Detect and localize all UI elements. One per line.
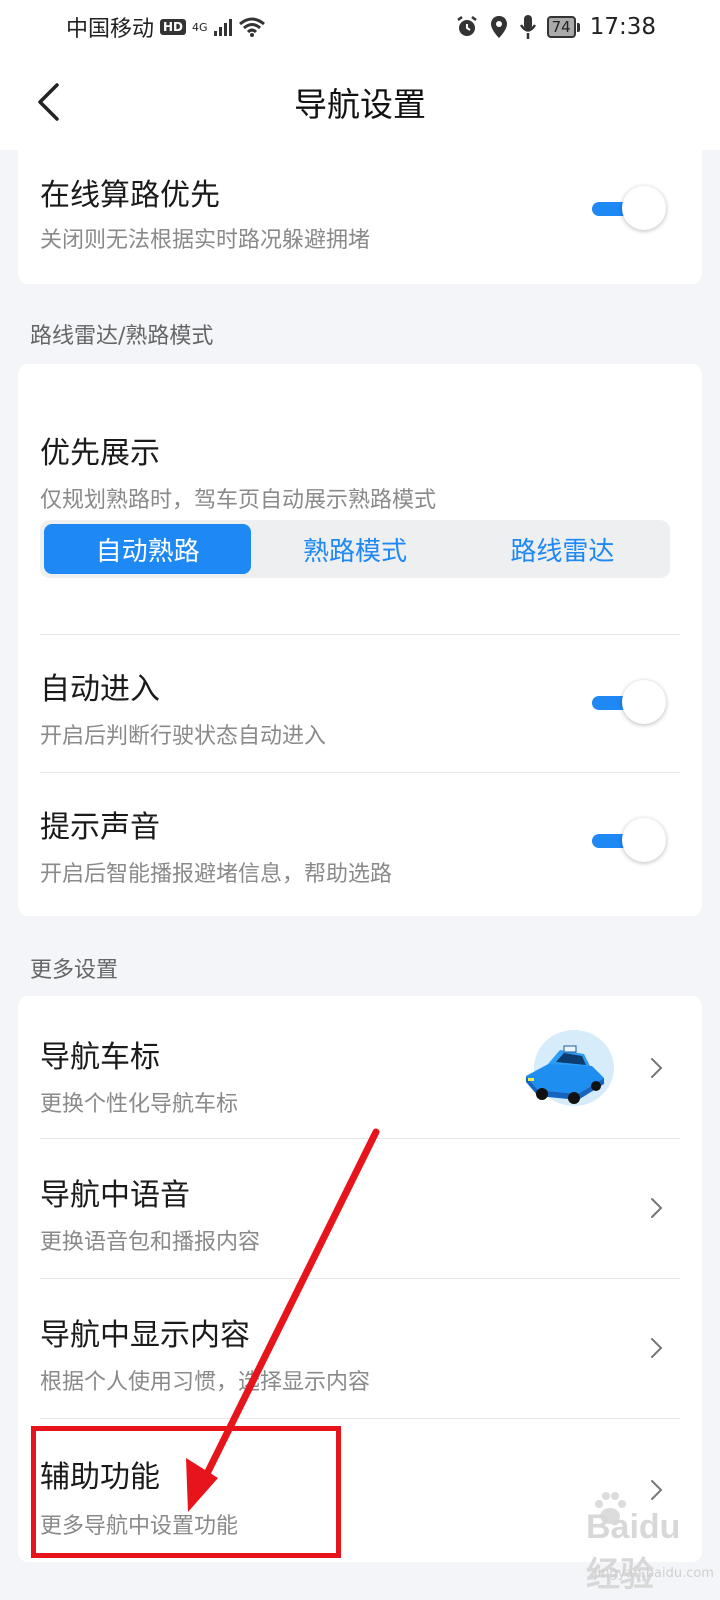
priority-subtitle: 仅规划熟路时，驾车页自动展示熟路模式 [40,488,437,513]
priority-title: 优先展示 [40,436,160,471]
segment-familiar-mode[interactable]: 熟路模式 [251,524,458,574]
segment-route-radar[interactable]: 路线雷达 [459,524,666,574]
back-button[interactable] [22,76,74,128]
voice-subtitle: 更换语音包和播报内容 [40,1230,261,1255]
list-item-display-content[interactable]: 导航中显示内容 根据个人使用习惯，选择显示内容 [18,1278,702,1418]
auto-enter-title: 自动进入 [40,672,160,707]
nav-header: 导航设置 [0,54,720,150]
list-item-voice[interactable]: 导航中语音 更换语音包和播报内容 [18,1138,702,1278]
alarm-icon [456,16,477,36]
auto-enter-subtitle: 开启后判断行驶状态自动进入 [40,724,327,749]
chevron-right-icon [651,1198,663,1218]
microphone-icon [519,15,536,39]
section-label-more: 更多设置 [30,958,119,983]
car-icon-title: 导航车标 [40,1040,160,1075]
chevron-right-icon [651,1058,663,1078]
display-content-title: 导航中显示内容 [40,1318,250,1353]
status-bar: 中国移动 HD 4G 74 17:38 [0,0,720,54]
carrier-label: 中国移动 [66,17,155,42]
radar-card: 优先展示 仅规划熟路时，驾车页自动展示熟路模式 自动熟路 熟路模式 路线雷达 自… [18,364,702,916]
network-type: 4G [192,20,208,34]
baidu-watermark: Baidu经验 jingyan.baidu.com [546,1488,714,1598]
watermark-brand: Baidu经验 [586,1508,681,1594]
sound-subtitle: 开启后智能播报避堵信息，帮助选路 [40,862,393,887]
online-routing-subtitle: 关闭则无法根据实时路况躲避拥堵 [40,228,371,253]
divider [40,772,680,773]
car-icon-subtitle: 更换个性化导航车标 [40,1092,239,1117]
battery-icon: 74 [546,16,580,38]
car-avatar-icon [526,1030,614,1106]
chevron-right-icon [651,1338,663,1358]
watermark-url: jingyan.baidu.com [594,1566,714,1581]
signal-icon [213,18,232,36]
divider [40,634,680,635]
wifi-icon [238,17,265,37]
priority-segmented-control: 自动熟路 熟路模式 路线雷达 [40,520,670,578]
segment-auto-familiar[interactable]: 自动熟路 [44,524,252,574]
location-icon [490,16,507,38]
status-time: 17:38 [589,14,656,40]
auto-enter-toggle[interactable] [586,680,666,724]
hd-badge: HD [160,19,187,35]
list-item-car-icon[interactable]: 导航车标 更换个性化导航车标 [18,996,702,1138]
online-routing-toggle[interactable] [586,186,666,230]
display-content-subtitle: 根据个人使用习惯，选择显示内容 [40,1370,371,1395]
online-routing-card: 在线算路优先 关闭则无法根据实时路况躲避拥堵 [18,150,702,284]
page-title: 导航设置 [294,85,426,124]
sound-toggle[interactable] [586,818,666,862]
annotation-highlight-box [31,1426,341,1558]
voice-title: 导航中语音 [40,1178,190,1213]
section-label-radar: 路线雷达/熟路模式 [30,324,214,349]
online-routing-title: 在线算路优先 [40,178,220,213]
chevron-left-icon [38,83,59,121]
sound-title: 提示声音 [40,810,160,845]
